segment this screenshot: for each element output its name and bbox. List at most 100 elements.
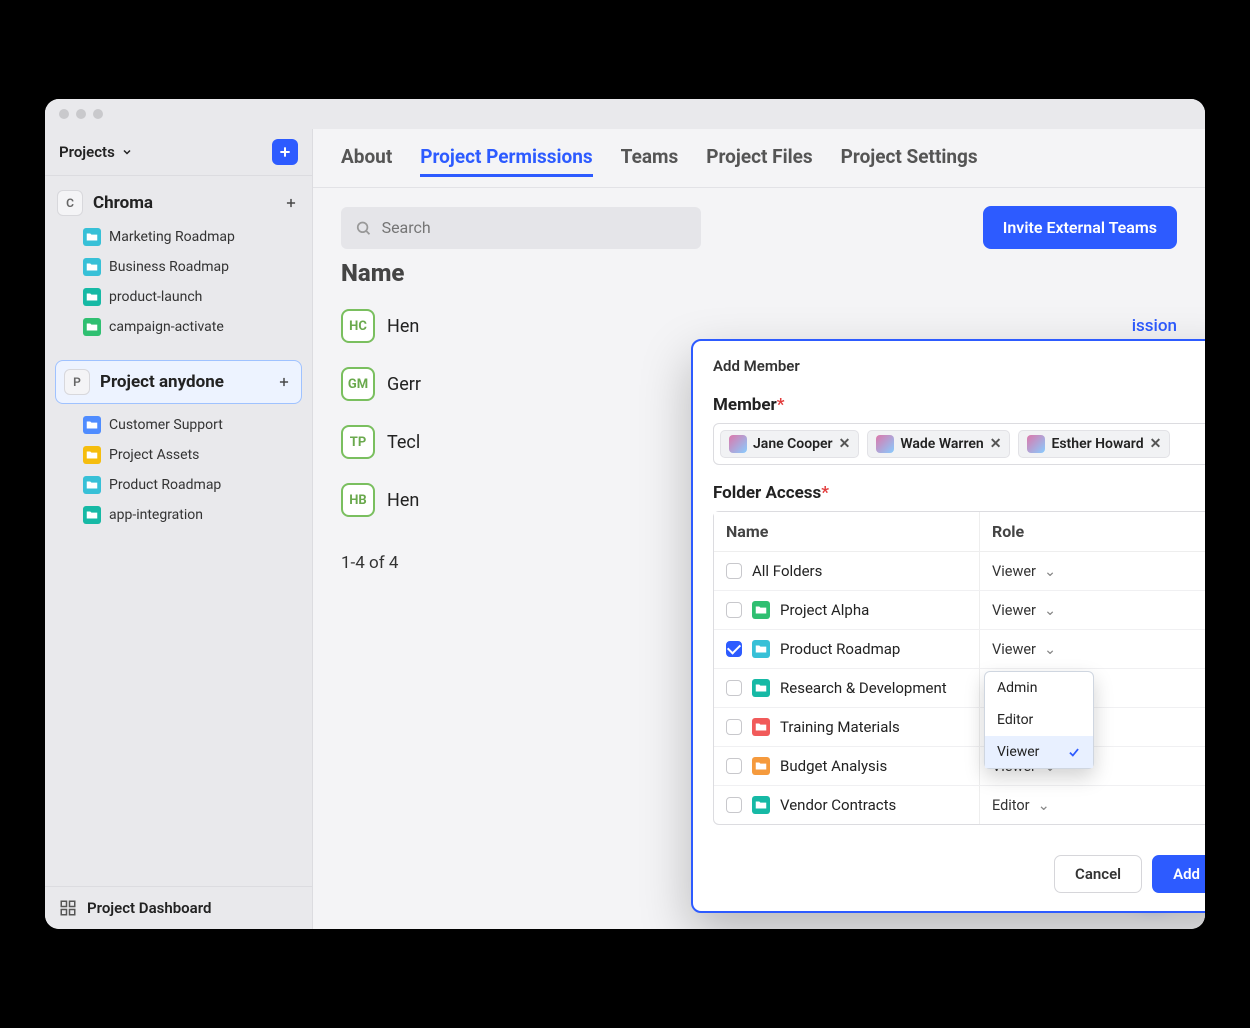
chevron-down-icon: ⌄ xyxy=(1044,602,1056,619)
role-option[interactable]: Viewer xyxy=(985,736,1093,768)
plus-icon xyxy=(277,375,291,389)
folder-name: Budget Analysis xyxy=(780,757,887,775)
folder-checkbox[interactable] xyxy=(726,602,742,618)
chip-remove-icon[interactable]: ✕ xyxy=(990,436,1002,452)
add-item-button[interactable] xyxy=(282,194,300,212)
sidebar-item-label: campaign-activate xyxy=(109,319,224,335)
chip-label: Wade Warren xyxy=(900,436,983,452)
sidebar-item[interactable]: Customer Support xyxy=(45,410,312,440)
window-dot[interactable] xyxy=(93,109,103,119)
workspace-avatar: P xyxy=(64,369,90,395)
plus-icon xyxy=(284,196,298,210)
folder-icon xyxy=(752,757,770,775)
sidebar-item[interactable]: campaign-activate xyxy=(45,312,312,342)
folder-row: Product RoadmapViewer⌄AdminEditorViewer xyxy=(714,630,1205,669)
chevron-down-icon xyxy=(121,146,133,158)
sidebar-footer-label: Project Dashboard xyxy=(87,899,211,917)
folder-access-label: Folder Access* xyxy=(713,483,1205,503)
chevron-down-icon: ⌄ xyxy=(1038,797,1050,814)
invite-external-teams-button[interactable]: Invite External Teams xyxy=(983,206,1177,249)
chevron-down-icon: ⌄ xyxy=(1044,641,1056,658)
role-select[interactable]: Viewer⌄ xyxy=(992,602,1205,619)
titlebar xyxy=(45,99,1205,129)
folder-access-table: Name Role All FoldersViewer⌄Project Alph… xyxy=(713,511,1205,825)
tab-project-permissions[interactable]: Project Permissions xyxy=(420,145,592,177)
sidebar-item-label: Marketing Roadmap xyxy=(109,229,235,245)
sidebar-item-label: Business Roadmap xyxy=(109,259,229,275)
role-dropdown: AdminEditorViewer xyxy=(984,671,1094,769)
role-option[interactable]: Admin xyxy=(985,672,1093,704)
role-select[interactable]: Viewer⌄ xyxy=(992,641,1205,658)
folder-icon xyxy=(752,718,770,736)
avatar: GM xyxy=(341,367,375,401)
folder-checkbox[interactable] xyxy=(726,797,742,813)
plus-icon xyxy=(277,144,293,160)
role-select[interactable]: Viewer⌄ xyxy=(992,563,1205,580)
sidebar-item-label: app-integration xyxy=(109,507,203,523)
folder-name: Research & Development xyxy=(780,679,947,697)
folder-name: All Folders xyxy=(752,562,822,580)
chip-remove-icon[interactable]: ✕ xyxy=(839,436,851,452)
sidebar-item[interactable]: product-launch xyxy=(45,282,312,312)
sidebar-item[interactable]: Project Assets xyxy=(45,440,312,470)
add-item-button[interactable] xyxy=(275,373,293,391)
column-header-name: Name xyxy=(714,512,980,551)
workspace-name: Chroma xyxy=(93,193,153,213)
tab-project-files[interactable]: Project Files xyxy=(706,145,812,177)
projects-switcher-label: Projects xyxy=(59,143,115,161)
main-panel: About Project Permissions Teams Project … xyxy=(313,129,1205,929)
sidebar-item[interactable]: Marketing Roadmap xyxy=(45,222,312,252)
tab-project-settings[interactable]: Project Settings xyxy=(841,145,978,177)
close-button[interactable] xyxy=(1203,355,1205,377)
chip-label: Esther Howard xyxy=(1051,436,1143,452)
window-dot[interactable] xyxy=(59,109,69,119)
workspace-avatar: C xyxy=(57,190,83,216)
search-box[interactable] xyxy=(341,207,701,249)
workspace-row[interactable]: C Chroma xyxy=(45,184,312,222)
avatar: HB xyxy=(341,483,375,517)
folder-checkbox[interactable] xyxy=(726,641,742,657)
folder-icon xyxy=(752,640,770,658)
folder-name: Project Alpha xyxy=(780,601,869,619)
member-chip: Wade Warren ✕ xyxy=(867,430,1010,458)
edit-permission-link[interactable]: ission xyxy=(1132,316,1177,336)
folder-icon xyxy=(83,476,101,494)
sidebar-footer-link[interactable]: Project Dashboard xyxy=(45,886,312,929)
folder-name: Vendor Contracts xyxy=(780,796,896,814)
sidebar-item-label: product-launch xyxy=(109,289,202,305)
close-icon xyxy=(1203,355,1205,373)
chip-label: Jane Cooper xyxy=(753,436,833,452)
add-button[interactable]: Add xyxy=(1152,855,1205,893)
workspace-name: Project anydone xyxy=(100,372,224,392)
search-input[interactable] xyxy=(382,218,687,237)
chevron-down-icon: ⌄ xyxy=(1044,563,1056,580)
folder-row: Research & Development xyxy=(714,669,1205,708)
folder-checkbox[interactable] xyxy=(726,680,742,696)
sidebar-item[interactable]: Product Roadmap xyxy=(45,470,312,500)
projects-switcher[interactable]: Projects xyxy=(59,143,133,161)
sidebar-item[interactable]: app-integration xyxy=(45,500,312,530)
role-select[interactable]: Editor⌄ xyxy=(992,797,1205,814)
sidebar: Projects C Chroma Marketing R xyxy=(45,129,313,929)
folder-checkbox[interactable] xyxy=(726,758,742,774)
tab-about[interactable]: About xyxy=(341,145,392,177)
member-chip-input[interactable]: Jane Cooper ✕ Wade Warren ✕ Esther Howard ✕ xyxy=(713,423,1205,465)
folder-checkbox[interactable] xyxy=(726,719,742,735)
folder-icon xyxy=(752,796,770,814)
folder-icon xyxy=(752,679,770,697)
chip-remove-icon[interactable]: ✕ xyxy=(1150,436,1162,452)
tab-teams[interactable]: Teams xyxy=(621,145,679,177)
member-chip: Esther Howard ✕ xyxy=(1018,430,1170,458)
folder-icon xyxy=(83,416,101,434)
add-project-button[interactable] xyxy=(272,139,298,165)
app-window: Projects C Chroma Marketing R xyxy=(45,99,1205,929)
avatar: HC xyxy=(341,309,375,343)
folder-icon xyxy=(83,318,101,336)
cancel-button[interactable]: Cancel xyxy=(1054,855,1142,893)
window-dot[interactable] xyxy=(76,109,86,119)
workspace-row[interactable]: P Project anydone xyxy=(62,365,295,399)
folder-checkbox[interactable] xyxy=(726,563,742,579)
sidebar-item[interactable]: Business Roadmap xyxy=(45,252,312,282)
avatar xyxy=(729,435,747,453)
role-option[interactable]: Editor xyxy=(985,704,1093,736)
